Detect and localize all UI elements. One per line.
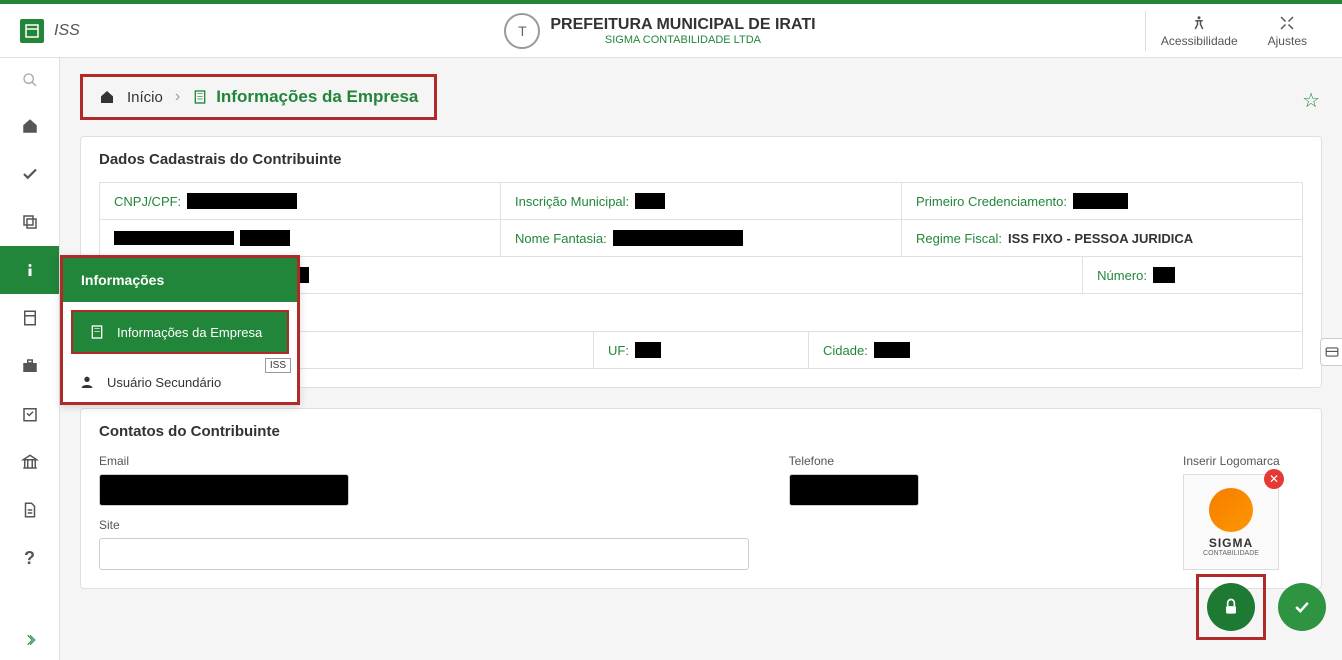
sidebar-calc[interactable] (0, 294, 59, 342)
municipality-title: PREFEITURA MUNICIPAL DE IRATI (550, 16, 815, 34)
header-left: ISS (0, 19, 175, 43)
sidebar-document[interactable] (0, 486, 59, 534)
accessibility-label: Acessibilidade (1161, 34, 1238, 48)
flyout-item-empresa[interactable]: Informações da Empresa (71, 310, 289, 354)
header-center: PREFEITURA MUNICIPAL DE IRATI SIGMA CONT… (175, 13, 1145, 49)
razao-label-redacted (114, 231, 234, 245)
uf-value-redacted (635, 342, 661, 358)
telefone-label: Telefone (789, 454, 1143, 468)
razao-value-redacted (240, 230, 290, 246)
breadcrumb-home[interactable]: Início (127, 89, 163, 106)
numero-label: Número: (1097, 268, 1147, 283)
side-card-tab[interactable] (1320, 338, 1342, 366)
sidebar-copy[interactable] (0, 198, 59, 246)
regime-value: ISS FIXO - PESSOA JURIDICA (1008, 231, 1193, 246)
sidebar-search[interactable] (0, 58, 59, 102)
inscricao-value-redacted (635, 193, 665, 209)
card-contatos: Contatos do Contribuinte Email Site Tele… (80, 408, 1322, 589)
home-icon[interactable] (99, 89, 115, 105)
flyout-item-empresa-label: Informações da Empresa (117, 325, 262, 340)
sidebar-check[interactable] (0, 150, 59, 198)
chevron-right-icon: › (175, 88, 180, 106)
numero-value-redacted (1153, 267, 1175, 283)
fab-area (1196, 574, 1326, 640)
sidebar-home[interactable] (0, 102, 59, 150)
logomarca-label: Inserir Logomarca (1183, 454, 1303, 468)
fab-highlight-box (1196, 574, 1266, 640)
sidebar-bank[interactable] (0, 438, 59, 486)
card-title-dados: Dados Cadastrais do Contribuinte (81, 137, 1321, 182)
sidebar-calendar[interactable] (0, 390, 59, 438)
module-label: ISS (54, 22, 80, 40)
logo-text-contab: CONTABILIDADE (1203, 550, 1259, 557)
header-right: Acessibilidade Ajustes (1145, 11, 1342, 51)
sidebar-help[interactable]: ? (0, 534, 59, 582)
breadcrumb-current-text: Informações da Empresa (216, 87, 418, 107)
inscricao-label: Inscrição Municipal: (515, 194, 629, 209)
regime-label: Regime Fiscal: (916, 231, 1002, 246)
telefone-input[interactable] (789, 474, 919, 506)
uf-label: UF: (608, 343, 629, 358)
info-flyout-menu: Informações Informações da Empresa Usuár… (60, 255, 300, 405)
flyout-header: Informações (63, 258, 297, 302)
breadcrumb: Início › Informações da Empresa (80, 74, 437, 120)
accessibility-button[interactable]: Acessibilidade (1146, 14, 1253, 48)
sidebar-info[interactable] (0, 246, 59, 294)
sidebar-expand[interactable] (0, 620, 59, 660)
flyout-item-usuario[interactable]: Usuário Secundário ISS (63, 362, 297, 402)
card-title-contatos: Contatos do Contribuinte (81, 409, 1321, 454)
municipality-crest-icon (504, 13, 540, 49)
iss-module-icon (20, 19, 44, 43)
confirm-fab-button[interactable] (1278, 583, 1326, 631)
fantasia-value-redacted (613, 230, 743, 246)
header: ISS PREFEITURA MUNICIPAL DE IRATI SIGMA … (0, 4, 1342, 58)
site-label: Site (99, 518, 749, 532)
logo-mark-icon (1209, 488, 1253, 532)
sidebar: ? (0, 58, 60, 660)
primeiro-value-redacted (1073, 193, 1128, 209)
cidade-label: Cidade: (823, 343, 868, 358)
site-input[interactable] (99, 538, 749, 570)
email-label: Email (99, 454, 749, 468)
header-title-block: PREFEITURA MUNICIPAL DE IRATI SIGMA CONT… (550, 16, 815, 46)
breadcrumb-current: Informações da Empresa (192, 87, 418, 107)
company-subtitle: SIGMA CONTABILIDADE LTDA (550, 34, 815, 46)
remove-logo-button[interactable]: ✕ (1264, 469, 1284, 489)
fantasia-label: Nome Fantasia: (515, 231, 607, 246)
adjustments-button[interactable]: Ajustes (1253, 14, 1322, 48)
cnpj-value-redacted (187, 193, 297, 209)
flyout-badge-iss: ISS (265, 358, 291, 373)
favorite-star-icon[interactable]: ☆ (1302, 88, 1320, 113)
lock-fab-button[interactable] (1207, 583, 1255, 631)
logo-upload-box[interactable]: ✕ SIGMA CONTABILIDADE (1183, 474, 1279, 570)
primeiro-label: Primeiro Credenciamento: (916, 194, 1067, 209)
adjustments-label: Ajustes (1268, 34, 1307, 48)
accessibility-icon (1190, 14, 1208, 32)
sidebar-briefcase[interactable] (0, 342, 59, 390)
tools-icon (1278, 14, 1296, 32)
email-input[interactable] (99, 474, 349, 506)
cidade-value-redacted (874, 342, 910, 358)
flyout-item-usuario-label: Usuário Secundário (107, 375, 221, 390)
logo-text-sigma: SIGMA (1209, 536, 1253, 550)
cnpj-label: CNPJ/CPF: (114, 194, 181, 209)
